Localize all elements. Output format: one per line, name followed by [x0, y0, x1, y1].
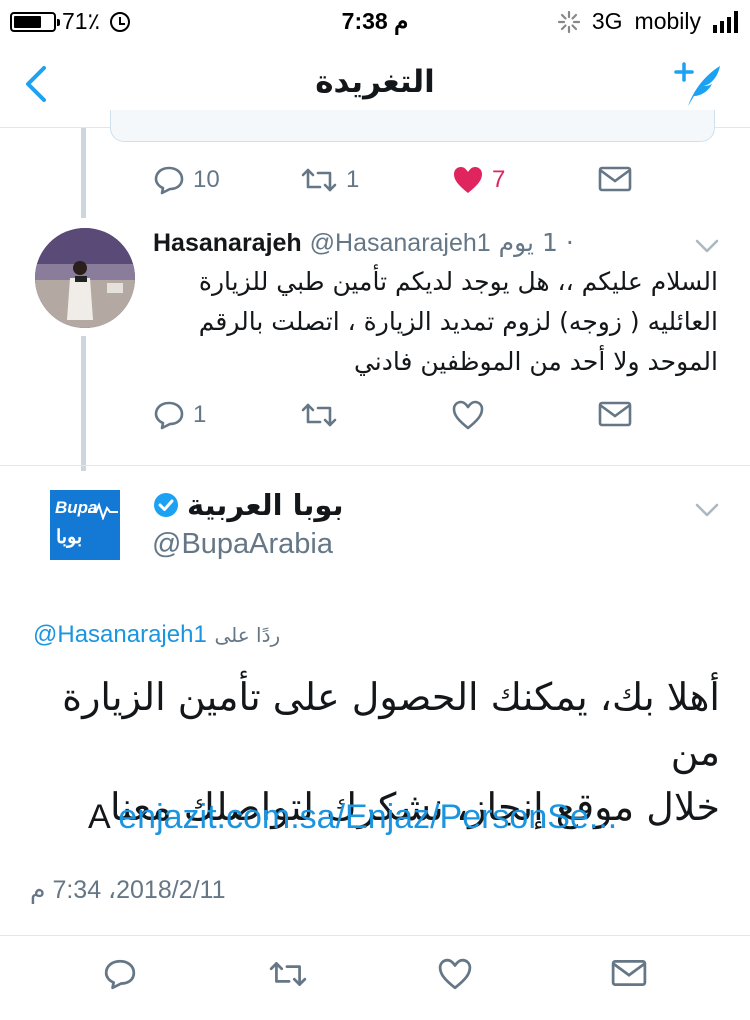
author-handle[interactable]: @Hasanarajeh1	[310, 229, 491, 257]
avatar-photo	[35, 228, 135, 328]
logo-text-ar: بوبا	[56, 527, 83, 548]
reply-tweet-actions: 1	[0, 400, 750, 440]
retweet-count: 1	[346, 166, 360, 193]
author-name-row[interactable]: بوبا العربية	[153, 488, 344, 522]
tweet-line: أهلا بك، يمكنك الحصول على تأمين الزيارة …	[62, 675, 720, 774]
tweet-line: السلام عليكم ،، هل يوجد لديكم تأمين طبي …	[198, 267, 718, 296]
replying-to-link[interactable]: @Hasanarajeh1	[33, 621, 207, 648]
quoted-tweet-actions: 10 1 7	[0, 165, 750, 205]
reply-button[interactable]	[103, 958, 137, 990]
reply-button[interactable]: 1	[153, 400, 206, 430]
tweet-link[interactable]: enjazit.com.sa/Enjaz/PersonSe...	[118, 798, 617, 836]
mail-icon	[598, 166, 632, 192]
share-button[interactable]	[611, 958, 647, 988]
status-bar: 71٪ 7:38 م 3G mobily	[0, 0, 750, 40]
compose-tweet-icon	[674, 62, 720, 106]
status-right: 3G mobily	[557, 8, 738, 35]
like-button[interactable]	[438, 958, 472, 990]
heart-icon	[438, 958, 472, 990]
retweet-button[interactable]	[300, 400, 338, 430]
carrier-name: mobily	[634, 8, 701, 34]
main-tweet-actions	[0, 958, 750, 998]
like-count: 7	[492, 166, 506, 193]
divider	[0, 935, 750, 936]
link-prefix: A	[88, 798, 109, 836]
reply-icon	[104, 959, 136, 990]
author-name: بوبا العربية	[187, 488, 344, 522]
retweet-button[interactable]: 1	[300, 165, 359, 195]
page-title: التغريدة	[315, 64, 435, 100]
share-button[interactable]	[598, 165, 632, 193]
heartbeat-icon	[88, 502, 118, 520]
chevron-down-icon	[695, 503, 719, 517]
like-button[interactable]: 7	[452, 165, 505, 195]
reply-tweet-text: السلام عليكم ،، هل يوجد لديكم تأمين طبي …	[150, 262, 718, 382]
retweet-icon	[301, 168, 337, 192]
retweet-icon	[269, 962, 307, 986]
tweet-line: الموحد ولا أحد من الموظفين فادني	[353, 347, 718, 376]
share-button[interactable]	[598, 400, 632, 428]
reply-tweet-header: Hasanarajeh @Hasanarajeh1 · 1 يوم	[153, 228, 698, 262]
compose-tweet-button[interactable]	[674, 60, 724, 110]
loading-spinner-icon	[557, 10, 580, 33]
quoted-tweet-card[interactable]	[110, 110, 715, 142]
author-name[interactable]: Hasanarajeh	[153, 229, 302, 257]
reply-button[interactable]: 10	[153, 165, 220, 195]
replying-to-label: ردًا على	[214, 623, 281, 647]
reply-icon	[154, 401, 184, 430]
heart-icon	[452, 400, 484, 430]
retweet-icon	[301, 403, 337, 427]
tweet-link-line: A enjazit.com.sa/Enjaz/PersonSe...	[88, 798, 617, 837]
retweet-button[interactable]	[268, 958, 308, 990]
tweet-time-ago: · 1 يوم	[498, 228, 574, 257]
tweet-timestamp: 2018/2/11، 7:34 م	[30, 876, 226, 904]
author-handle[interactable]: @BupaArabia	[152, 528, 333, 561]
bupa-logo-avatar[interactable]: Bupa بوبا	[50, 490, 120, 560]
replying-to-line: @Hasanarajeh1 ردًا على	[33, 620, 280, 649]
verified-badge-icon	[154, 493, 178, 517]
reply-count: 1	[193, 401, 207, 428]
tweet-menu-button[interactable]	[692, 234, 722, 258]
like-button[interactable]	[452, 400, 484, 430]
tweet-line: العائليه ( زوجه) لزوم تمديد الزيارة ، ات…	[198, 307, 718, 336]
signal-strength-icon	[713, 10, 738, 33]
chevron-down-icon	[695, 239, 719, 253]
reply-count: 10	[193, 166, 220, 193]
mail-icon	[598, 401, 632, 427]
heart-filled-icon	[454, 167, 482, 193]
mail-icon	[611, 959, 647, 987]
reply-icon	[154, 166, 184, 195]
network-type: 3G	[591, 8, 623, 34]
tweet-menu-button[interactable]	[692, 498, 722, 522]
divider	[0, 465, 750, 466]
avatar[interactable]	[35, 228, 135, 328]
